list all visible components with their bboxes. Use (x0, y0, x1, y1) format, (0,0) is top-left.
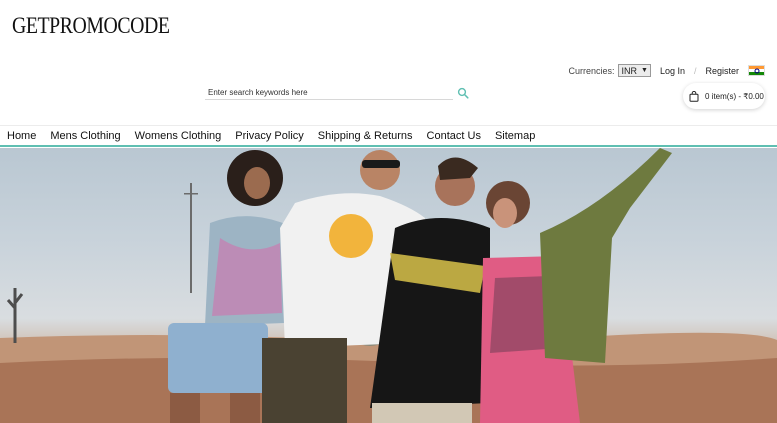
currencies-label: Currencies: (568, 65, 615, 76)
currency-value: INR (621, 65, 638, 76)
nav-item-privacy-policy[interactable]: Privacy Policy (235, 130, 303, 142)
search-input[interactable] (205, 85, 453, 100)
main-navigation: Home Mens Clothing Womens Clothing Priva… (0, 125, 777, 147)
nav-item-home[interactable]: Home (7, 130, 36, 142)
hero-banner[interactable] (0, 148, 777, 423)
nav-item-contact-us[interactable]: Contact Us (427, 130, 481, 142)
chevron-down-icon: ▼ (641, 67, 648, 74)
nav-item-womens-clothing[interactable]: Womens Clothing (135, 130, 222, 142)
header-utility-bar: Currencies: INR ▼ Log In / Register (568, 64, 765, 77)
login-link[interactable]: Log In (660, 66, 685, 76)
cart-summary: 0 item(s) - ₹0.00 (705, 91, 764, 101)
register-link[interactable]: Register (705, 66, 739, 76)
separator: / (693, 65, 697, 76)
nav-item-sitemap[interactable]: Sitemap (495, 130, 535, 142)
search-icon[interactable] (457, 86, 469, 99)
search-bar (205, 85, 471, 101)
shopping-bag-icon (689, 90, 699, 102)
site-logo[interactable]: GETPROMOCODE (12, 13, 170, 39)
currency-select[interactable]: INR ▼ (617, 64, 651, 77)
cart-button[interactable]: 0 item(s) - ₹0.00 (683, 83, 765, 109)
india-flag-icon[interactable] (748, 65, 765, 76)
hero-banner-image (0, 148, 777, 423)
nav-item-mens-clothing[interactable]: Mens Clothing (50, 130, 120, 142)
nav-item-shipping-returns[interactable]: Shipping & Returns (318, 130, 413, 142)
